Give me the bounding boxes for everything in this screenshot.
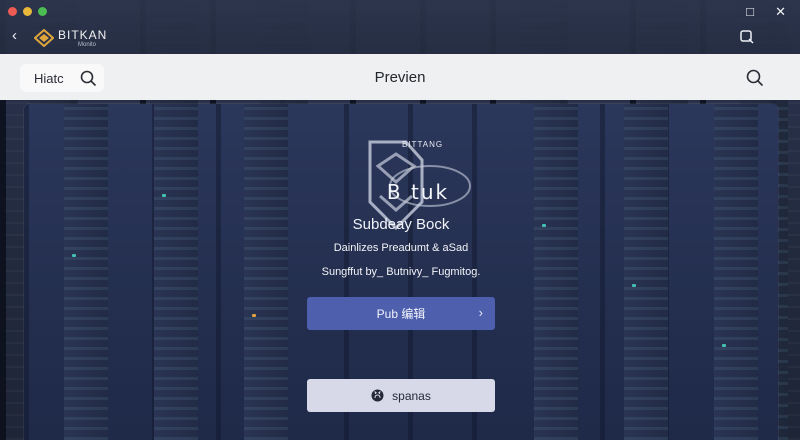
secondary-action-button[interactable]: spanas: [307, 379, 495, 412]
primary-action-label: Pub 编辑: [376, 307, 426, 321]
logo-tag: BITTANG: [402, 140, 444, 149]
brand: BITKAN Monito: [34, 29, 107, 49]
product-subtitle: Subdeay Bock: [352, 216, 450, 233]
minimize-window-button[interactable]: [23, 7, 32, 16]
chevron-right-icon: ›: [478, 305, 483, 320]
brand-logo-icon: [34, 29, 54, 47]
primary-action-button[interactable]: Pub 编辑 ›: [307, 297, 495, 330]
logo-title: B tuk: [386, 180, 450, 204]
brand-text: BITKAN Monito: [58, 29, 107, 49]
brand-name: BITKAN: [58, 28, 108, 42]
status-led: [722, 344, 726, 347]
status-led: [162, 194, 166, 197]
window-titlebar: □ ✕ ‹ BITKAN Monito: [0, 0, 800, 54]
brand-subtitle: Monito: [78, 42, 97, 48]
product-byline: Sungffut by_ Butnivy_ Fugmitog.: [321, 266, 481, 278]
close-window-button[interactable]: [8, 7, 17, 16]
product-description: Dainlizes Preadumt & aSad: [333, 242, 469, 254]
zoom-window-button[interactable]: [38, 7, 47, 16]
back-icon[interactable]: ‹: [12, 28, 28, 44]
search-icon[interactable]: [746, 69, 764, 87]
window-traffic-lights: [8, 7, 47, 16]
page-title: Previen: [374, 69, 426, 86]
header-bar: Hiatc Previen: [0, 54, 800, 100]
preview-panel: BITTANG B tuk Subdeay Bock Dainlizes Pre…: [24, 104, 778, 440]
close-icon[interactable]: ✕: [775, 4, 786, 20]
status-led: [252, 314, 256, 317]
search-icon[interactable]: [740, 30, 754, 44]
maximize-icon[interactable]: □: [746, 4, 754, 19]
status-led: [632, 284, 636, 287]
status-led: [72, 254, 76, 257]
github-icon: [371, 389, 384, 402]
secondary-action-label: spanas: [392, 388, 431, 403]
